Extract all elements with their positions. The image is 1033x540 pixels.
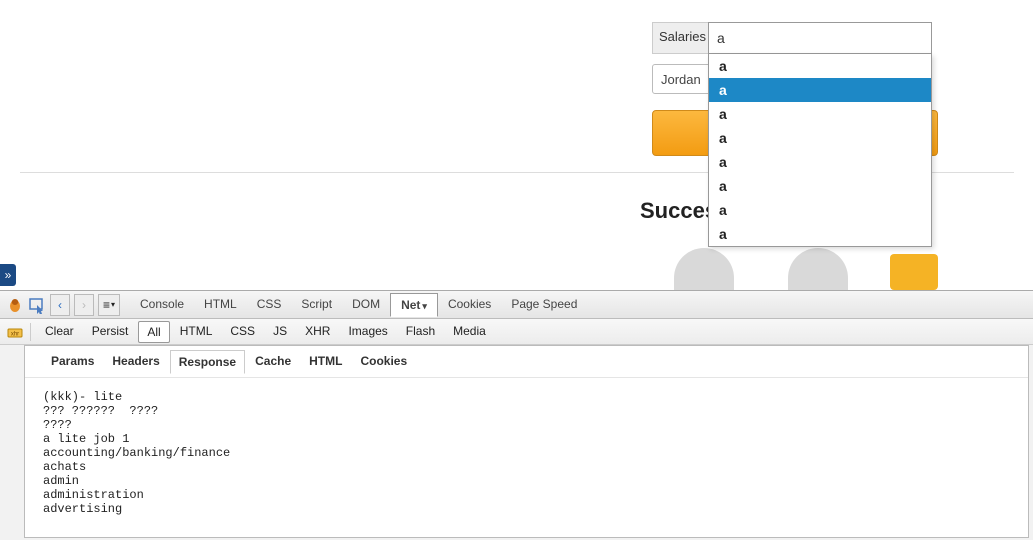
filter-persist[interactable]: Persist <box>84 321 137 343</box>
firebug-panel: ‹ › ≡ ▾ ConsoleHTMLCSSScriptDOMNet▾Cooki… <box>0 290 1033 540</box>
filter-all[interactable]: All <box>138 321 169 343</box>
request-tab-cookies[interactable]: Cookies <box>352 350 415 373</box>
firebug-gutter <box>0 345 24 538</box>
firebug-toolbar: ‹ › ≡ ▾ ConsoleHTMLCSSScriptDOMNet▾Cooki… <box>0 291 1033 319</box>
avatar-placeholder <box>788 248 848 290</box>
youtube-badge <box>890 254 938 290</box>
firebug-icon[interactable] <box>6 296 24 314</box>
autocomplete-item[interactable]: a <box>709 54 931 78</box>
salaries-label: Salaries <box>652 22 708 54</box>
net-filter-bar: xhr ClearPersistAllHTMLCSSJSXHRImagesFla… <box>0 319 1033 345</box>
autocomplete-dropdown: aaaaaaaa <box>708 54 932 247</box>
filter-media[interactable]: Media <box>445 321 494 343</box>
request-tab-cache[interactable]: Cache <box>247 350 299 373</box>
filter-flash[interactable]: Flash <box>398 321 443 343</box>
filter-images[interactable]: Images <box>340 321 395 343</box>
nav-forward-button: › <box>74 294 94 316</box>
main-tab-cookies[interactable]: Cookies <box>438 293 501 316</box>
response-body: (kkk)- lite ??? ?????? ???? ???? a lite … <box>25 378 1028 528</box>
autocomplete-item[interactable]: a <box>709 78 931 102</box>
break-on-xhr-icon[interactable]: xhr <box>6 323 24 341</box>
avatar-placeholder <box>674 248 734 290</box>
main-tab-html[interactable]: HTML <box>194 293 247 316</box>
net-response-pane: ParamsHeadersResponseCacheHTMLCookies (k… <box>24 345 1029 538</box>
filter-css[interactable]: CSS <box>222 321 263 343</box>
main-tab-dom[interactable]: DOM <box>342 293 390 316</box>
webpage-area: Salaries Succes aaaaaaaa » <box>0 0 1033 290</box>
filter-js[interactable]: JS <box>265 321 295 343</box>
firebug-menu-button[interactable]: ≡ ▾ <box>98 294 120 316</box>
main-tab-script[interactable]: Script <box>291 293 342 316</box>
side-expand-tab[interactable]: » <box>0 264 16 286</box>
salaries-search-input[interactable] <box>708 22 932 54</box>
autocomplete-item[interactable]: a <box>709 102 931 126</box>
main-tab-console[interactable]: Console <box>130 293 194 316</box>
menu-lines-icon: ≡ <box>103 298 110 312</box>
main-tab-page-speed[interactable]: Page Speed <box>501 293 587 316</box>
autocomplete-item[interactable]: a <box>709 174 931 198</box>
autocomplete-item[interactable]: a <box>709 198 931 222</box>
nav-back-button[interactable]: ‹ <box>50 294 70 316</box>
filter-xhr[interactable]: XHR <box>297 321 338 343</box>
svg-text:xhr: xhr <box>11 331 19 337</box>
request-tab-params[interactable]: Params <box>43 350 102 373</box>
request-tab-response[interactable]: Response <box>170 350 245 374</box>
autocomplete-item[interactable]: a <box>709 126 931 150</box>
main-tab-net[interactable]: Net▾ <box>390 293 438 317</box>
request-tab-headers[interactable]: Headers <box>104 350 167 373</box>
success-heading: Succes <box>640 198 717 224</box>
filter-clear[interactable]: Clear <box>37 321 82 343</box>
chevron-down-icon: ▾ <box>111 300 115 309</box>
request-tab-html[interactable]: HTML <box>301 350 350 373</box>
autocomplete-item[interactable]: a <box>709 150 931 174</box>
filter-html[interactable]: HTML <box>172 321 221 343</box>
autocomplete-item[interactable]: a <box>709 222 931 246</box>
main-tab-css[interactable]: CSS <box>247 293 292 316</box>
chevron-down-icon: ▾ <box>422 301 427 311</box>
inspect-icon[interactable] <box>28 296 46 314</box>
